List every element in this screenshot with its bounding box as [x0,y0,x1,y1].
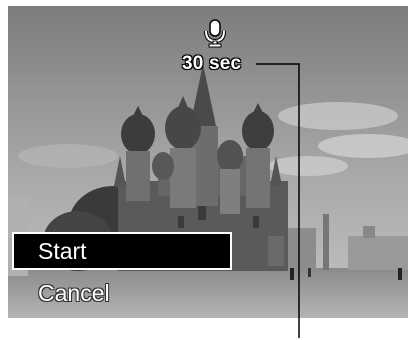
microphone-icon [204,19,226,48]
cancel-menu-item[interactable]: Cancel [12,274,232,312]
camera-preview-screen: 30 sec Start Cancel [8,6,408,318]
start-menu-item[interactable]: Start [12,232,232,270]
recording-duration-label: 30 sec [182,53,242,74]
voice-memo-menu: Start Cancel [12,232,232,312]
